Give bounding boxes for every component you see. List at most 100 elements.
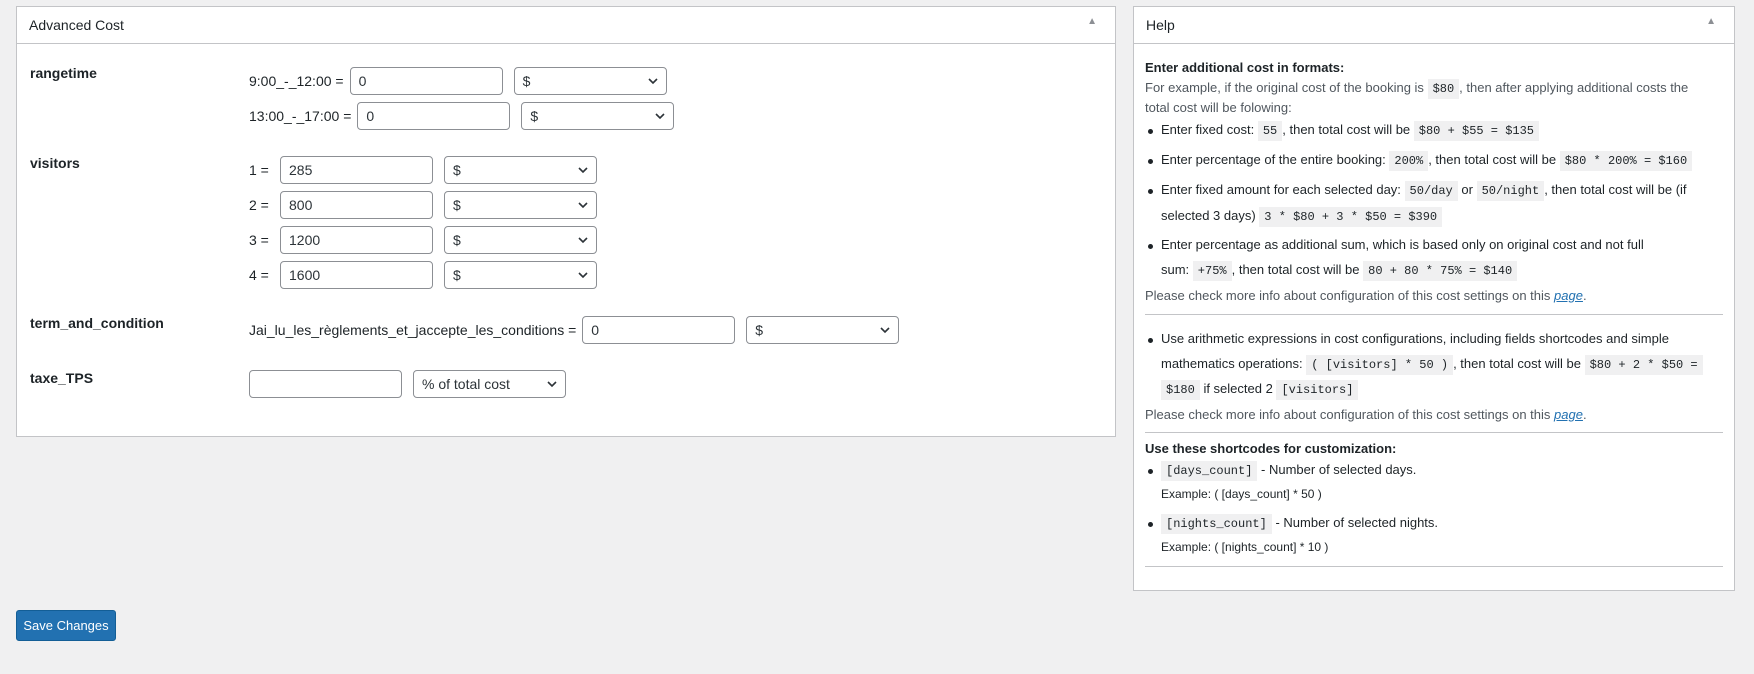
field-label: Jai_lu_les_règlements_et_jaccepte_les_co… bbox=[249, 322, 577, 338]
shortcode-nights-count: [nights_count] - Number of selected nigh… bbox=[1161, 513, 1438, 534]
select-value: $ bbox=[755, 322, 764, 338]
code-snippet: 3 * $80 + 3 * $50 = $390 bbox=[1259, 207, 1443, 227]
chevron-down-icon bbox=[547, 381, 557, 388]
code-snippet: 50/night bbox=[1476, 181, 1545, 201]
text: , then total cost will be bbox=[1231, 262, 1360, 277]
currency-select[interactable]: $ bbox=[444, 226, 597, 254]
row-label-visitors: visitors bbox=[30, 155, 80, 171]
code-snippet: $80 * 200% = $160 bbox=[1559, 151, 1693, 171]
visitors-field-3: 3 = $ bbox=[249, 226, 597, 254]
help-title: Help bbox=[1146, 17, 1175, 33]
chevron-down-icon bbox=[655, 113, 665, 120]
code-snippet: 50/day bbox=[1404, 181, 1458, 201]
select-value: % of total cost bbox=[422, 376, 510, 392]
code-snippet: $180 bbox=[1161, 380, 1200, 400]
help-item-per-day-cont: selected 3 days) 3 * $80 + 3 * $50 = $39… bbox=[1161, 206, 1443, 227]
cost-type-select[interactable]: % of total cost bbox=[413, 370, 566, 398]
chevron-down-icon bbox=[578, 272, 588, 279]
rangetime-field-2: 13:00_-_17:00 = $ bbox=[249, 102, 675, 130]
text: . bbox=[1582, 407, 1587, 422]
cost-input[interactable] bbox=[280, 226, 433, 254]
text: Enter fixed amount for each selected day… bbox=[1161, 182, 1401, 197]
chevron-down-icon bbox=[880, 327, 890, 334]
chevron-down-icon bbox=[648, 78, 658, 85]
code-snippet: 80 + 80 * 75% = $140 bbox=[1363, 261, 1518, 281]
visitors-field-1: 1 = $ bbox=[249, 156, 597, 184]
row-label-taxe-tps: taxe_TPS bbox=[30, 370, 94, 386]
visitors-field-2: 2 = $ bbox=[249, 191, 597, 219]
taxe-tps-field-1: % of total cost bbox=[249, 370, 566, 398]
text: , then after applying additional costs t… bbox=[1459, 80, 1689, 95]
code-snippet: [visitors] bbox=[1276, 380, 1359, 400]
currency-select[interactable]: $ bbox=[746, 316, 900, 344]
cost-input[interactable] bbox=[349, 67, 503, 95]
text: For example, if the original cost of the… bbox=[1145, 80, 1424, 95]
collapse-toggle-icon[interactable]: ▲ bbox=[1087, 16, 1097, 27]
cost-input[interactable] bbox=[280, 261, 433, 289]
code-snippet: ( [visitors] * 50 ) bbox=[1306, 355, 1454, 375]
currency-select[interactable]: $ bbox=[444, 261, 597, 289]
code-snippet: [days_count] bbox=[1161, 461, 1258, 481]
cost-input[interactable] bbox=[249, 370, 402, 398]
text: - Number of selected nights. bbox=[1275, 515, 1439, 530]
currency-select[interactable]: $ bbox=[513, 67, 667, 95]
text: , then total cost will be bbox=[1282, 122, 1411, 137]
text: , then total cost will be (if bbox=[1544, 182, 1687, 197]
advanced-cost-panel: Advanced Cost ▲ rangetime 9:00_-_12:00 =… bbox=[16, 6, 1116, 437]
bullet-icon bbox=[1148, 338, 1153, 343]
rangetime-field-1: 9:00_-_12:00 = $ bbox=[249, 67, 667, 95]
text: selected 3 days) bbox=[1161, 208, 1256, 223]
bullet-icon bbox=[1148, 244, 1153, 249]
help-item-additional-sum: Enter percentage as additional sum, whic… bbox=[1161, 237, 1644, 252]
more-info-line-2: Please check more info about configurati… bbox=[1145, 405, 1587, 425]
shortcode-nights-example: Example: ( [nights_count] * 10 ) bbox=[1161, 540, 1329, 554]
divider bbox=[1145, 314, 1723, 315]
bullet-icon bbox=[1148, 159, 1153, 164]
select-value: $ bbox=[522, 73, 531, 89]
text: , then total cost will be bbox=[1453, 356, 1581, 371]
row-label-term-and-condition: term_and_condition bbox=[30, 315, 164, 331]
intro-line-1: For example, if the original cost of the… bbox=[1145, 78, 1688, 99]
currency-select[interactable]: $ bbox=[444, 191, 597, 219]
help-item-arithmetic: Use arithmetic expressions in cost confi… bbox=[1161, 331, 1669, 346]
save-changes-button[interactable]: Save Changes bbox=[16, 610, 116, 641]
intro-heading: Enter additional cost in formats: bbox=[1145, 60, 1345, 75]
text: Enter fixed cost: bbox=[1161, 122, 1255, 137]
currency-select[interactable]: $ bbox=[444, 156, 597, 184]
page-link[interactable]: page bbox=[1554, 288, 1583, 303]
select-value: $ bbox=[453, 232, 461, 248]
bullet-icon bbox=[1148, 129, 1153, 134]
field-label: 3 = bbox=[249, 232, 269, 248]
chevron-down-icon bbox=[578, 167, 588, 174]
code-snippet: $80 bbox=[1427, 79, 1460, 99]
help-item-additional-sum-cont: sum: +75%, then total cost will be 80 + … bbox=[1161, 260, 1518, 281]
text: Please check more info about configurati… bbox=[1145, 288, 1551, 303]
text: if selected 2 bbox=[1203, 381, 1273, 396]
field-label: 2 = bbox=[249, 197, 269, 213]
help-item-arithmetic-cont: mathematics operations: ( [visitors] * 5… bbox=[1161, 354, 1703, 375]
text: Enter percentage of the entire booking: bbox=[1161, 152, 1386, 167]
advanced-cost-title: Advanced Cost bbox=[29, 17, 124, 33]
code-snippet: 200% bbox=[1389, 151, 1429, 171]
cost-input[interactable] bbox=[280, 191, 433, 219]
code-snippet: 55 bbox=[1257, 121, 1283, 141]
cost-input[interactable] bbox=[357, 102, 511, 130]
text: Please check more info about configurati… bbox=[1145, 407, 1551, 422]
text: - Number of selected days. bbox=[1261, 462, 1417, 477]
intro-line-2: total cost will be folowing: bbox=[1145, 100, 1292, 115]
help-item-arithmetic-cont-2: $180 if selected 2 [visitors] bbox=[1161, 379, 1359, 400]
cost-input[interactable] bbox=[280, 156, 433, 184]
text: . bbox=[1582, 288, 1587, 303]
visitors-field-4: 4 = $ bbox=[249, 261, 597, 289]
more-info-line: Please check more info about configurati… bbox=[1145, 286, 1587, 306]
collapse-toggle-icon[interactable]: ▲ bbox=[1706, 16, 1716, 27]
row-label-rangetime: rangetime bbox=[30, 65, 97, 81]
help-header: Help ▲ bbox=[1134, 7, 1734, 44]
currency-select[interactable]: $ bbox=[521, 102, 675, 130]
bullet-icon bbox=[1148, 522, 1153, 527]
cost-input[interactable] bbox=[582, 316, 736, 344]
term-field-1: Jai_lu_les_règlements_et_jaccepte_les_co… bbox=[249, 316, 900, 344]
page-link[interactable]: page bbox=[1554, 407, 1583, 422]
field-label: 4 = bbox=[249, 267, 269, 283]
field-label: 1 = bbox=[249, 162, 269, 178]
